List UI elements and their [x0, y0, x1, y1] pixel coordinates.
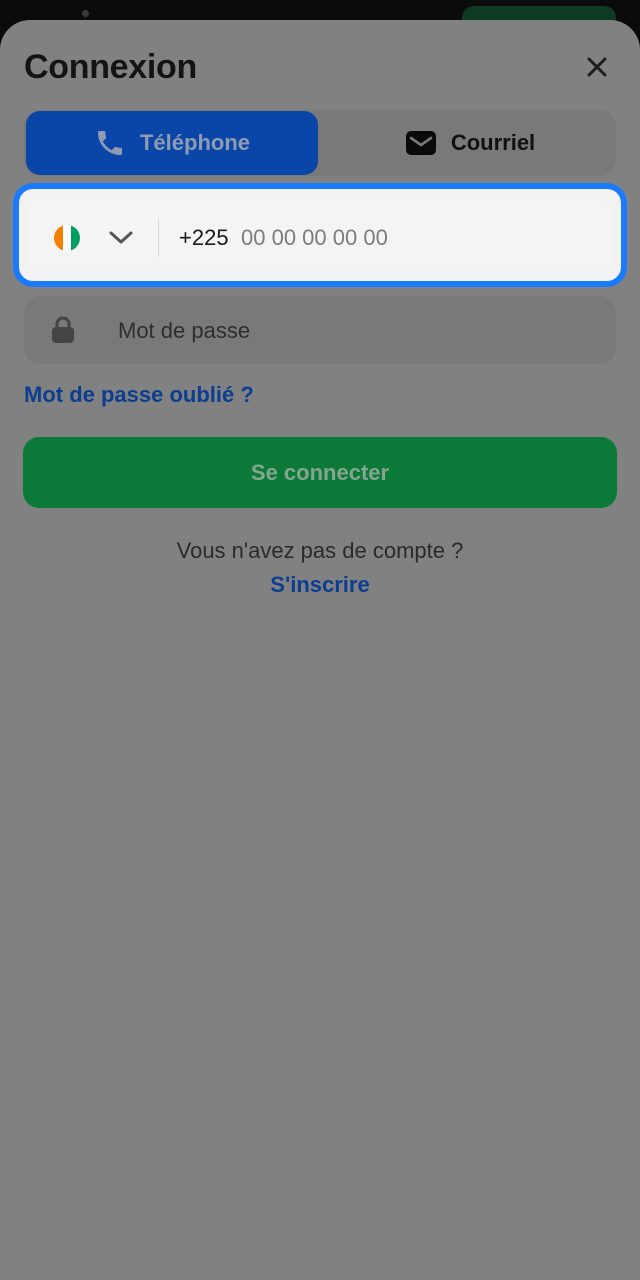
flag-stripe-green — [71, 225, 80, 251]
flag-stripe-white — [62, 225, 72, 251]
phone-input[interactable] — [239, 219, 571, 257]
dial-code: +225 — [179, 225, 229, 250]
phone-field: +225 — [13, 183, 627, 287]
country-flag-icon[interactable] — [54, 225, 80, 251]
lock-icon — [52, 316, 74, 343]
country-select[interactable] — [107, 227, 135, 249]
no-account-text: Vous n'avez pas de compte ? — [176, 538, 464, 563]
phone-field-inner: +225 — [29, 199, 611, 271]
camera-dot — [82, 10, 89, 17]
signup-link[interactable]: S'inscrire — [0, 572, 640, 598]
phone-icon — [94, 127, 126, 159]
field-divider — [158, 219, 159, 257]
flag-stripe-orange — [54, 225, 63, 251]
tab-email-label: Courriel — [450, 130, 536, 155]
password-field — [24, 296, 616, 364]
tab-email[interactable]: Courriel — [324, 110, 616, 176]
close-button[interactable] — [578, 48, 616, 86]
login-button[interactable]: Se connecter — [23, 437, 617, 508]
login-sheet: Connexion Téléphone Courriel +225 00 00 … — [0, 20, 640, 1280]
close-icon — [587, 57, 607, 77]
page-title: Connexion — [24, 48, 197, 86]
forgot-password-link[interactable]: Mot de passe oublié ? — [24, 382, 254, 408]
mail-icon — [405, 127, 437, 159]
tab-phone[interactable]: Téléphone — [26, 111, 318, 175]
chevron-down-icon — [109, 231, 133, 244]
login-method-tabs: Téléphone Courriel — [24, 110, 616, 176]
tab-phone-label: Téléphone — [139, 130, 250, 155]
password-input[interactable] — [116, 310, 590, 352]
